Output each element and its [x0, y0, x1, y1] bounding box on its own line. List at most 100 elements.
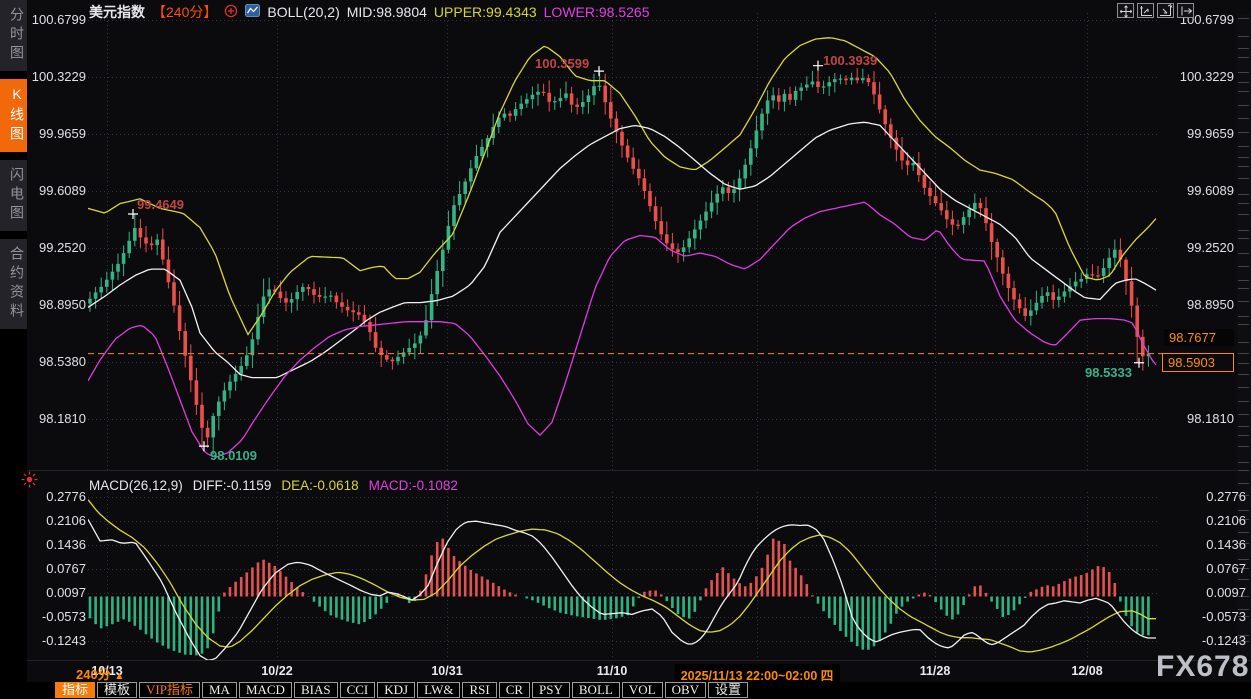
- scrollbar-grip-line: [1238, 374, 1249, 375]
- price-annotation: 100.3939: [823, 53, 877, 68]
- timeframe-label: 240分: [76, 667, 111, 682]
- tab-CCI[interactable]: CCI: [340, 682, 376, 698]
- scrollbar-grip-line: [1238, 532, 1249, 533]
- tab-LW&[interactable]: LW&: [417, 682, 460, 698]
- tab-BIAS[interactable]: BIAS: [294, 682, 338, 698]
- macd-diff-line: [88, 519, 1156, 660]
- scrollbar-grip-line: [1238, 57, 1249, 58]
- price-tag-last: 98.5903: [1162, 353, 1234, 372]
- macd-axis-tick-right: 0.2776: [1176, 489, 1246, 504]
- scrollbar-grip-line: [1238, 401, 1249, 402]
- x-axis-date-label: 10/22: [261, 664, 292, 678]
- scrollbar-grip-line: [1238, 132, 1249, 133]
- scrollbar-grip-line: [1238, 178, 1249, 179]
- price-tag-reference: 98.7677: [1164, 329, 1234, 346]
- scrollbar-grip-line: [1238, 510, 1249, 511]
- boll-lower-value: LOWER:98.5265: [544, 4, 650, 20]
- macd-params[interactable]: MACD(26,12,9): [89, 478, 183, 493]
- macd-axis-tick-right: 0.1436: [1176, 537, 1246, 552]
- macd-axis-tick-right: 0.0767: [1176, 561, 1246, 576]
- boll-lower-line: [88, 202, 1156, 457]
- grid: [88, 13, 1160, 659]
- macd-header: MACD(26,12,9) DIFF:-0.1159 DEA:-0.0618 M…: [89, 477, 458, 493]
- chart-canvas: [0, 0, 1251, 699]
- sidebar-item-0[interactable]: 分时图: [0, 0, 27, 71]
- tab-MA[interactable]: MA: [202, 682, 237, 698]
- indicator-tab-bar: 指标模板VIP指标MAMACDBIASCCIKDJLW&RSICRPSYBOLL…: [0, 682, 1251, 699]
- scrollbar-grip-line: [1238, 579, 1249, 580]
- scrollbar-grip-line: [1238, 324, 1249, 325]
- scrollbar-grip-line: [1238, 91, 1249, 92]
- y-axis-tick-right: 100.3229: [1164, 69, 1234, 84]
- tab-OBV[interactable]: OBV: [665, 682, 706, 698]
- tab-模板[interactable]: 模板: [97, 682, 137, 698]
- scrollbar-grip-line: [1238, 462, 1249, 463]
- scrollbar-grip-line: [1238, 82, 1249, 83]
- scrollbar-grip-line: [1238, 72, 1249, 73]
- scrollbar-grip-line: [1238, 483, 1249, 484]
- tab-KDJ[interactable]: KDJ: [377, 682, 415, 698]
- timeframe-selector[interactable]: 240分 ▲: [76, 664, 124, 683]
- tab-CR[interactable]: CR: [499, 682, 530, 698]
- price-annotation: 99.4649: [137, 197, 184, 212]
- boll-params[interactable]: BOLL(20,2): [267, 4, 339, 20]
- pan-crosshair-icon[interactable]: [1117, 3, 1134, 18]
- price-annotation: 100.3599: [535, 56, 589, 71]
- boll-upper-value: UPPER:99.4343: [434, 4, 537, 20]
- scrollbar-grip-line: [1238, 118, 1249, 119]
- scrollbar-grip-line: [1238, 238, 1249, 239]
- sidebar-item-3[interactable]: 合约资料: [0, 239, 27, 329]
- scrollbar-grip-line: [1238, 157, 1249, 158]
- scrollbar-grip-line: [1238, 316, 1249, 317]
- sidebar-item-2[interactable]: 闪电图: [0, 160, 27, 231]
- tab-VOL[interactable]: VOL: [622, 682, 663, 698]
- tab-MACD[interactable]: MACD: [239, 682, 292, 698]
- scrollbar-grip-line: [1238, 301, 1249, 302]
- scrollbar-grip-line: [1238, 387, 1249, 388]
- extreme-cross-marker: [594, 66, 604, 76]
- scrollbar-grip-line: [1238, 194, 1249, 195]
- scrollbar-grip-line: [1238, 36, 1249, 37]
- scrollbar-grip-line: [1238, 18, 1249, 19]
- scrollbar-grip-line: [1238, 426, 1249, 427]
- scrollbar-grip-line: [1238, 342, 1249, 343]
- y-axis-tick-right: 99.2520: [1164, 240, 1234, 255]
- scrollbar-grip-line: [1238, 166, 1249, 167]
- scrollbar-grip-line: [1238, 266, 1249, 267]
- period-badge: 【240分】: [152, 2, 217, 22]
- price-annotation: 98.0109: [210, 448, 257, 463]
- boll-mid-value: MID:98.9804: [347, 4, 427, 20]
- scrollbar-grip-line: [1238, 214, 1249, 215]
- macd-axis-tick-right: -0.1243: [1176, 633, 1246, 648]
- x-axis-date-label: 11/28: [920, 664, 951, 678]
- y-axis-tick-right: 98.8950: [1164, 297, 1234, 312]
- chart-type-icon[interactable]: [245, 4, 260, 20]
- scrollbar-grip-line: [1238, 253, 1249, 254]
- macd-dea-value: DEA:-0.0618: [281, 478, 358, 493]
- chart-application: 分时图K线图闪电图合约资料 美元指数 【240分】 BOLL(20,2) MID…: [0, 0, 1251, 699]
- sidebar-item-1[interactable]: K线图: [0, 79, 27, 152]
- tab-PSY[interactable]: PSY: [532, 682, 570, 698]
- tab-BOLL[interactable]: BOLL: [572, 682, 620, 698]
- shift-forward-icon[interactable]: [1177, 3, 1194, 18]
- add-indicator-icon[interactable]: [224, 4, 238, 21]
- macd-diff-value: DIFF:-0.1159: [193, 478, 272, 493]
- tab-指标[interactable]: 指标: [55, 682, 95, 698]
- macd-axis-tick-right: 0.2106: [1176, 513, 1246, 528]
- watermark: FX678: [1156, 650, 1249, 684]
- dropdown-up-arrow-icon: ▲: [114, 671, 124, 682]
- scrollbar-grip-line: [1238, 414, 1249, 415]
- x-axis-date-label: 11/10: [597, 664, 628, 678]
- tab-RSI[interactable]: RSI: [462, 682, 496, 698]
- macd-macd-value: MACD:-0.1082: [369, 478, 458, 493]
- zoom-range-right-icon[interactable]: [1157, 3, 1174, 18]
- indicator-settings-icon[interactable]: [20, 470, 39, 489]
- tab-设置[interactable]: 设置: [708, 682, 748, 698]
- zoom-range-left-icon[interactable]: [1137, 3, 1154, 18]
- left-sidebar: 分时图 K线图闪电图合约资料: [0, 0, 27, 699]
- tab-VIP指标[interactable]: VIP指标: [139, 682, 200, 698]
- extreme-cross-marker: [813, 61, 823, 71]
- scrollbar-grip-line: [1238, 363, 1249, 364]
- macd-axis-tick-right: -0.0573: [1176, 609, 1246, 624]
- y-axis-tick-right: 99.6089: [1164, 183, 1234, 198]
